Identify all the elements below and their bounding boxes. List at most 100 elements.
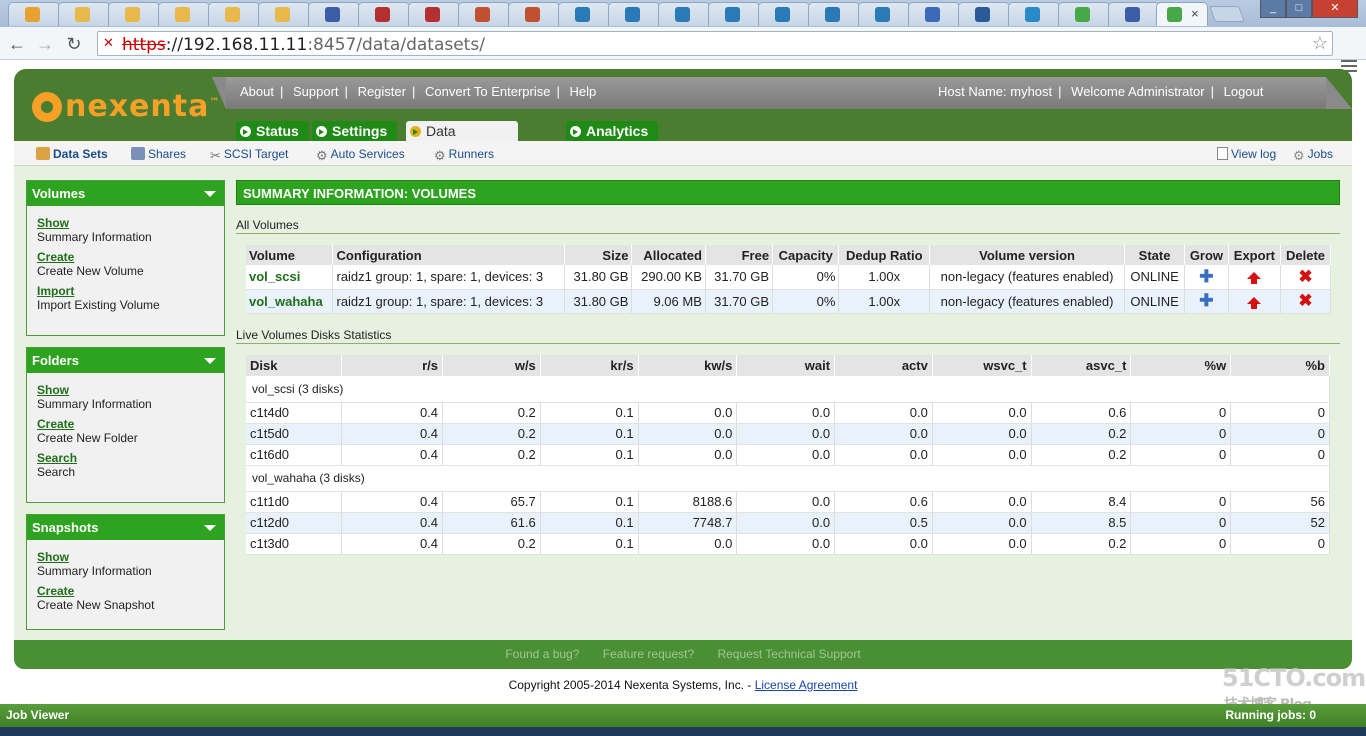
col-size[interactable]: Size (564, 245, 633, 265)
col-allocated[interactable]: Allocated (631, 245, 706, 265)
browser-tab[interactable] (158, 2, 210, 26)
sidebar-folders-header[interactable]: Folders (27, 348, 224, 373)
export-arrow-icon[interactable] (1247, 272, 1262, 285)
tab-status[interactable]: Status (236, 121, 309, 142)
jobs-link[interactable]: ⚙ Jobs (1293, 147, 1333, 163)
snapshots-create-link[interactable]: Create (37, 584, 214, 598)
browser-tab[interactable] (258, 2, 310, 26)
browser-tab[interactable] (608, 2, 660, 26)
forward-icon[interactable]: → (34, 34, 56, 55)
col-capacity[interactable]: Capacity (772, 245, 840, 265)
browser-tab[interactable] (208, 2, 260, 26)
tab-favicon-icon (325, 7, 340, 22)
delete-x-icon[interactable]: ✖ (1298, 291, 1312, 310)
col--b[interactable]: %b (1230, 355, 1330, 376)
sidebar-snapshots-header[interactable]: Snapshots (27, 515, 224, 540)
browser-tab[interactable] (308, 2, 360, 26)
logout-link[interactable]: Logout (1224, 84, 1264, 99)
browser-tab[interactable] (1008, 2, 1060, 26)
col-asvc-t[interactable]: asvc_t (1031, 355, 1132, 376)
new-tab-button[interactable] (1209, 6, 1245, 22)
volume-name-link[interactable]: vol_scsi (246, 265, 334, 290)
browser-tab[interactable] (358, 2, 410, 26)
browser-tab[interactable] (858, 2, 910, 26)
subnav-scsi-target[interactable]: ✂ SCSI Target (210, 147, 288, 163)
about-link[interactable]: About (240, 84, 274, 99)
col-kw-s[interactable]: kw/s (638, 355, 738, 376)
url-input[interactable]: ✕ https://192.168.11.11:8457/data/datase… (97, 31, 1333, 56)
browser-tab[interactable] (758, 2, 810, 26)
subnav-auto-services[interactable]: ⚙ Auto Services (316, 147, 405, 163)
cell: 0.4 (341, 423, 444, 445)
subnav-data-sets[interactable]: Data Sets (36, 147, 108, 161)
subnav-runners[interactable]: ⚙ Runners (434, 147, 494, 163)
found-bug-link[interactable]: Found a bug? (505, 647, 579, 661)
col-w-s[interactable]: w/s (442, 355, 541, 376)
browser-tab[interactable] (458, 2, 510, 26)
folders-create-link[interactable]: Create (37, 417, 214, 431)
back-icon[interactable]: ← (6, 34, 28, 55)
col-version[interactable]: Volume version (929, 245, 1126, 265)
help-link[interactable]: Help (570, 84, 597, 99)
close-window-button[interactable]: ✕ (1312, 0, 1358, 18)
tab-favicon-icon (225, 7, 240, 22)
browser-tab[interactable] (908, 2, 960, 26)
tech-support-link[interactable]: Request Technical Support (717, 647, 860, 661)
minimize-button[interactable]: _ (1260, 0, 1286, 18)
bookmark-star-icon[interactable]: ☆ (1312, 33, 1328, 54)
col-wsvc-t[interactable]: wsvc_t (932, 355, 1032, 376)
volumes-import-link[interactable]: Import (37, 284, 214, 298)
browser-tab-active[interactable]: × (1156, 2, 1208, 26)
browser-tab[interactable] (958, 2, 1010, 26)
cell: raidz1 group: 1, spare: 1, devices: 3 (332, 265, 566, 290)
job-viewer-bar[interactable]: Job Viewer Running jobs: 0 (0, 704, 1366, 727)
grow-plus-icon[interactable]: ✚ (1199, 267, 1213, 286)
feature-request-link[interactable]: Feature request? (603, 647, 694, 661)
col-r-s[interactable]: r/s (341, 355, 444, 376)
col-kr-s[interactable]: kr/s (540, 355, 639, 376)
volume-name-link[interactable]: vol_wahaha (246, 289, 334, 314)
browser-tab[interactable] (1058, 2, 1110, 26)
browser-tab[interactable] (108, 2, 160, 26)
col-free[interactable]: Free (705, 245, 774, 265)
col--w[interactable]: %w (1130, 355, 1232, 376)
folders-search-link[interactable]: Search (37, 451, 214, 465)
export-arrow-icon[interactable] (1247, 296, 1262, 309)
col-disk[interactable]: Disk (246, 355, 343, 376)
browser-tab[interactable] (558, 2, 610, 26)
col-dedup[interactable]: Dedup Ratio (838, 245, 931, 265)
browser-tab[interactable] (508, 2, 560, 26)
grow-plus-icon[interactable]: ✚ (1199, 291, 1213, 310)
browser-tab[interactable] (1108, 2, 1160, 26)
close-tab-icon[interactable]: × (1191, 6, 1199, 21)
maximize-button[interactable]: □ (1286, 0, 1312, 18)
license-agreement-link[interactable]: License Agreement (755, 678, 858, 692)
browser-tab[interactable] (658, 2, 710, 26)
sidebar-volumes-header[interactable]: Volumes (27, 181, 224, 206)
browser-tab[interactable] (58, 2, 110, 26)
tab-favicon-icon (25, 7, 40, 22)
convert-enterprise-link[interactable]: Convert To Enterprise (425, 84, 551, 99)
tab-analytics[interactable]: Analytics (566, 121, 659, 142)
col-wait[interactable]: wait (736, 355, 836, 376)
col-actv[interactable]: actv (834, 355, 933, 376)
browser-tab[interactable] (408, 2, 460, 26)
register-link[interactable]: Register (358, 84, 406, 99)
browser-tab[interactable] (8, 2, 60, 26)
subnav-shares[interactable]: Shares (131, 147, 186, 161)
col-volume[interactable]: Volume (246, 245, 334, 265)
col-configuration[interactable]: Configuration (332, 245, 566, 265)
col-state[interactable]: State (1124, 245, 1186, 265)
browser-tab[interactable] (808, 2, 860, 26)
snapshots-show-link[interactable]: Show (37, 550, 214, 564)
tab-data-management[interactable]: Data Management (406, 121, 518, 160)
folders-show-link[interactable]: Show (37, 383, 214, 397)
reload-icon[interactable]: ↻ (63, 34, 85, 55)
volumes-create-link[interactable]: Create (37, 250, 214, 264)
support-link[interactable]: Support (293, 84, 339, 99)
view-log-link[interactable]: View log (1217, 147, 1276, 161)
tab-settings[interactable]: Settings (312, 121, 398, 142)
volumes-show-link[interactable]: Show (37, 216, 214, 230)
delete-x-icon[interactable]: ✖ (1298, 267, 1312, 286)
browser-tab[interactable] (708, 2, 760, 26)
